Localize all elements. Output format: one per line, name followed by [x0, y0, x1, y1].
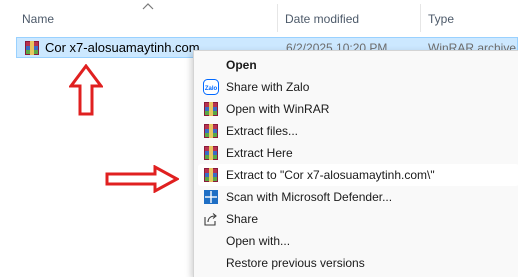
menu-item-share[interactable]: Share — [198, 208, 518, 230]
column-header-type[interactable]: Type — [428, 12, 454, 26]
menu-item-extract-here[interactable]: Extract Here — [198, 142, 518, 164]
share-icon — [204, 213, 217, 226]
menu-item-label: Share with Zalo — [226, 80, 310, 94]
context-menu: Open Zalo Share with Zalo Open with WinR… — [193, 50, 518, 277]
menu-item-label: Extract Here — [226, 146, 293, 160]
menu-item-extract-files[interactable]: Extract files... — [198, 120, 518, 142]
menu-item-label: Open with WinRAR — [226, 102, 330, 116]
winrar-icon — [204, 124, 218, 138]
file-name[interactable]: Cor x7-alosuamaytinh.com — [45, 40, 200, 55]
zalo-icon: Zalo — [203, 79, 219, 95]
winrar-icon — [204, 102, 218, 116]
menu-item-label: Scan with Microsoft Defender... — [226, 190, 393, 204]
defender-shield-icon — [204, 190, 218, 204]
menu-item-restore-previous-versions[interactable]: Restore previous versions — [198, 252, 518, 274]
winrar-archive-icon — [25, 41, 39, 55]
column-header-date-modified[interactable]: Date modified — [285, 12, 359, 26]
menu-item-label: Open — [226, 58, 257, 72]
svg-text:Zalo: Zalo — [205, 86, 218, 92]
menu-item-open[interactable]: Open — [198, 54, 518, 76]
menu-item-label: Share — [226, 212, 259, 226]
menu-item-label: Extract files... — [226, 124, 299, 138]
column-header-bar: Name Date modified Type — [0, 0, 518, 34]
winrar-icon — [204, 168, 218, 182]
menu-item-open-with-winrar[interactable]: Open with WinRAR — [198, 98, 518, 120]
column-divider[interactable] — [277, 4, 278, 32]
menu-item-extract-to-folder[interactable]: Extract to "Cor x7-alosuamaytinh.com\" — [198, 164, 518, 186]
column-divider[interactable] — [420, 4, 421, 32]
annotation-arrow-right-icon — [105, 165, 179, 193]
winrar-icon — [204, 146, 218, 160]
menu-item-scan-with-defender[interactable]: Scan with Microsoft Defender... — [198, 186, 518, 208]
annotation-arrow-up-icon — [69, 64, 103, 116]
menu-item-open-with[interactable]: Open with... — [198, 230, 518, 252]
column-header-name[interactable]: Name — [22, 12, 54, 26]
menu-item-share-with-zalo[interactable]: Zalo Share with Zalo — [198, 76, 518, 98]
sort-ascending-icon[interactable] — [142, 2, 154, 10]
menu-item-label: Open with... — [226, 234, 291, 248]
menu-item-label: Restore previous versions — [226, 256, 365, 270]
menu-item-label: Extract to "Cor x7-alosuamaytinh.com\" — [226, 168, 435, 182]
